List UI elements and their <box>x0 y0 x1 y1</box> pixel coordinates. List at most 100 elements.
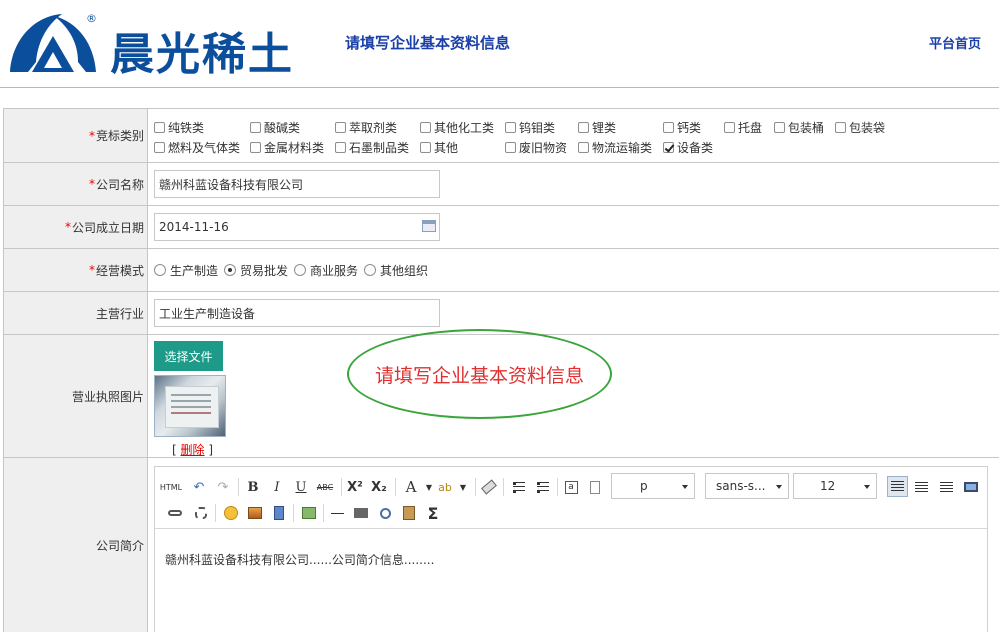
category-checkbox[interactable]: 萃取剂类 <box>335 119 397 136</box>
select-file-button[interactable]: 选择文件 <box>154 341 223 371</box>
checkbox-icon[interactable] <box>774 122 785 133</box>
category-checkbox[interactable]: 物流运输类 <box>578 139 652 156</box>
video-icon[interactable] <box>269 503 289 523</box>
undo-icon[interactable]: ↶ <box>189 477 209 497</box>
fullscreen-icon[interactable] <box>961 477 981 497</box>
category-checkbox-label: 废旧物资 <box>519 141 568 155</box>
company-name-input[interactable]: 赣州科蓝设备科技有限公司 <box>154 170 440 198</box>
radio-icon[interactable] <box>154 264 166 276</box>
checkbox-icon[interactable] <box>578 142 589 153</box>
category-checkbox[interactable]: 石墨制品类 <box>335 139 409 156</box>
category-checkbox[interactable]: 金属材料类 <box>250 139 324 156</box>
category-checkbox[interactable]: 纯铁类 <box>154 119 204 136</box>
category-checkbox[interactable]: 设备类 <box>663 139 713 156</box>
editor-content[interactable]: 赣州科蓝设备科技有限公司......公司简介信息........ <box>155 529 987 590</box>
align-right-icon[interactable] <box>935 477 955 497</box>
checkbox-icon[interactable] <box>335 122 346 133</box>
required-mark: * <box>88 128 95 143</box>
business-mode-radio[interactable]: 其他组织 <box>364 262 428 279</box>
category-checkbox[interactable]: 其他化工类 <box>420 119 494 136</box>
unlink-icon[interactable] <box>191 503 211 523</box>
category-checkbox-label: 包装袋 <box>849 121 886 135</box>
subscript-button[interactable]: X₂ <box>369 477 389 497</box>
category-checkbox[interactable]: 钨钼类 <box>505 119 555 136</box>
checkbox-icon[interactable] <box>250 142 261 153</box>
category-checkbox[interactable]: 包装桶 <box>774 119 824 136</box>
underline-button[interactable]: U <box>291 477 311 497</box>
row-company-name: * 公司名称 赣州科蓝设备科技有限公司 <box>3 163 999 206</box>
category-checkbox[interactable]: 燃料及气体类 <box>154 139 240 156</box>
category-checkbox-label: 萃取剂类 <box>349 121 398 135</box>
checkbox-icon[interactable] <box>420 122 431 133</box>
category-checkbox-label: 石墨制品类 <box>349 141 410 155</box>
checkbox-icon[interactable] <box>578 122 589 133</box>
row-business-mode: * 经营模式 生产制造 贸易批发 商业服务 其他组织 <box>3 249 999 292</box>
bold-button[interactable]: B <box>243 477 263 497</box>
business-mode-radio-label: 商业服务 <box>310 263 359 278</box>
font-family-select[interactable]: sans-s... <box>705 473 789 499</box>
picture-icon[interactable] <box>299 503 319 523</box>
row-company-intro: 公司简介 HTML ↶ ↷ B I U ABC X² X₂ A ▼ ab ▼ a… <box>3 458 999 632</box>
category-checkbox[interactable]: 废旧物资 <box>505 139 567 156</box>
redo-icon[interactable]: ↷ <box>213 477 233 497</box>
strikethrough-button[interactable]: ABC <box>315 477 335 497</box>
checkbox-checked-icon[interactable] <box>663 142 674 153</box>
checkbox-icon[interactable] <box>505 122 516 133</box>
eraser-icon[interactable] <box>479 477 499 497</box>
checkbox-icon[interactable] <box>724 122 735 133</box>
paragraph-select[interactable]: p <box>611 473 695 499</box>
checkbox-icon[interactable] <box>154 122 165 133</box>
image-icon[interactable] <box>245 503 265 523</box>
chevron-down-icon <box>682 485 688 489</box>
category-checkbox[interactable]: 包装袋 <box>835 119 885 136</box>
license-thumbnail[interactable] <box>154 375 226 437</box>
category-checkbox-label: 纯铁类 <box>168 121 205 135</box>
checkbox-icon[interactable] <box>835 122 846 133</box>
formula-button[interactable]: Σ <box>423 503 443 523</box>
html-source-button[interactable]: HTML <box>160 477 182 497</box>
tip-text: 请填写企业基本资料信息 <box>374 364 584 387</box>
delete-link[interactable]: 删除 <box>181 443 205 457</box>
checkbox-icon[interactable] <box>154 142 165 153</box>
checkbox-icon[interactable] <box>505 142 516 153</box>
radio-selected-icon[interactable] <box>224 264 237 276</box>
superscript-button[interactable]: X² <box>345 477 365 497</box>
business-mode-radio[interactable]: 生产制造 <box>154 262 218 279</box>
font-size-select[interactable]: 12 <box>793 473 877 499</box>
category-checkbox[interactable]: 托盘 <box>724 119 762 136</box>
category-checkbox[interactable]: 锂类 <box>578 119 616 136</box>
checkbox-icon[interactable] <box>420 142 431 153</box>
font-color-button[interactable]: A <box>401 477 421 497</box>
emoji-icon[interactable] <box>221 503 241 523</box>
platform-home-link[interactable]: 平台首页 <box>929 33 981 52</box>
industry-input[interactable]: 工业生产制造设备 <box>154 299 440 327</box>
radio-icon[interactable] <box>294 264 307 276</box>
link-icon[interactable] <box>165 503 185 523</box>
calendar-icon[interactable] <box>422 220 436 232</box>
business-mode-label: * 经营模式 <box>3 249 148 291</box>
category-checkbox[interactable]: 其他 <box>420 139 458 156</box>
align-left-icon[interactable] <box>887 476 908 497</box>
category-checkbox[interactable]: 钙类 <box>663 119 701 136</box>
founded-date-input[interactable]: 2014-11-16 <box>154 213 440 241</box>
highlight-dropdown-icon[interactable]: ▼ <box>453 477 473 497</box>
checkbox-icon[interactable] <box>663 122 674 133</box>
category-checkbox-label: 钙类 <box>677 121 702 135</box>
unordered-list-icon[interactable] <box>533 477 553 497</box>
business-mode-radio[interactable]: 商业服务 <box>294 262 358 279</box>
category-checkbox[interactable]: 酸碱类 <box>250 119 300 136</box>
align-center-icon[interactable] <box>911 477 931 497</box>
radio-icon[interactable] <box>364 264 377 276</box>
print-icon[interactable] <box>351 503 371 523</box>
italic-button[interactable]: I <box>267 477 287 497</box>
business-mode-radio[interactable]: 贸易批发 <box>224 262 288 279</box>
anchor-icon[interactable]: a <box>561 477 581 497</box>
checkbox-icon[interactable] <box>250 122 261 133</box>
paste-icon[interactable] <box>399 503 419 523</box>
ordered-list-icon[interactable] <box>509 477 529 497</box>
new-doc-icon[interactable] <box>585 477 605 497</box>
preview-search-icon[interactable] <box>375 503 395 523</box>
horizontal-rule-icon[interactable] <box>327 503 347 523</box>
checkbox-icon[interactable] <box>335 142 346 153</box>
highlight-button[interactable]: ab <box>435 477 455 497</box>
